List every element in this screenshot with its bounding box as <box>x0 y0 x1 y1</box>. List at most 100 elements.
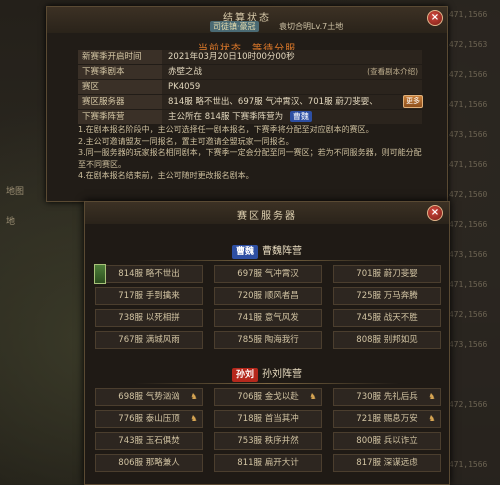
server-cell[interactable]: 817服 深谋远虑 <box>333 454 441 472</box>
server-cell[interactable]: 745服 战天不胜 <box>333 309 441 327</box>
server-label: 706服 金戈以赴 <box>237 392 299 402</box>
rule-line: 1.在剧本报名阶段中，主公可选择任一剧本报名，下赛季将分配至对应剧本的赛区。 <box>78 125 374 134</box>
server-label: 697服 气冲霄汉 <box>237 269 299 279</box>
row-label: 新赛季开启时间 <box>78 50 162 64</box>
background-coord: 1471,1566 <box>444 160 488 169</box>
server-cell[interactable]: 806服 那略兼人 <box>95 454 203 472</box>
background-coord: 1473,1566 <box>444 250 488 259</box>
panel-header: 结算状态 司徒镇·豪冠 袁切合明Lv.7土地 <box>47 7 447 33</box>
general-icon: ♞ <box>428 414 436 423</box>
background-coord: 1472,1560 <box>444 190 488 199</box>
camp-wei-server-grid: 814服 略不世出 697服 气冲霄汉 701服 蔚刀斐婴 717服 手到擒来 … <box>94 264 441 349</box>
server-label: 698服 气势汹汹 <box>118 392 180 402</box>
server-cell[interactable]: 706服 金戈以赴 ♞ <box>214 388 322 406</box>
rule-line: 4.在剧本报名结束前，主公可随时更改报名剧本。 <box>78 171 254 180</box>
background-coord: 1471,1566 <box>444 460 488 469</box>
info-row: 赛区 PK4059 <box>78 80 422 94</box>
map-label[interactable]: 地图 <box>6 184 24 197</box>
server-label: 718服 首当其冲 <box>237 414 299 424</box>
general-icon: ♞ <box>190 392 198 401</box>
camp-header-wei: 曹魏 曹魏阵营 <box>85 242 449 259</box>
row-label: 赛区 <box>78 80 162 94</box>
background-coord: 1471,1566 <box>444 10 488 19</box>
info-row: 赛区服务器 814服 略不世出、697服 气冲霄汉、701服 蔚刀斐婴、 更多 <box>78 95 423 109</box>
server-cell[interactable]: 800服 兵以诈立 <box>333 432 441 450</box>
server-cell[interactable]: 808服 别邦如见 <box>333 331 441 349</box>
server-label: 767服 满城风雨 <box>118 335 180 345</box>
server-cell[interactable]: 811服 扁开大计 <box>214 454 322 472</box>
rule-line: 2.主公可邀请盟友一同报名，置主可邀请全盟玩家一同报名。 <box>78 136 294 146</box>
server-label: 808服 别邦如见 <box>356 335 418 345</box>
server-cell[interactable]: 767服 满城风雨 <box>95 331 203 349</box>
server-cell[interactable]: 730服 先礼后兵 ♞ <box>333 388 441 406</box>
server-label: 745服 战天不胜 <box>356 313 418 323</box>
server-label: 721服 赐息万安 <box>356 414 418 424</box>
server-label: 776服 泰山压顶 <box>118 414 180 424</box>
server-cell[interactable]: 785服 陶海我行 <box>214 331 322 349</box>
server-label: 811服 扁开大计 <box>237 458 299 468</box>
server-label: 701服 蔚刀斐婴 <box>356 269 418 279</box>
server-label: 730服 先礼后兵 <box>356 392 418 402</box>
server-label: 720服 顺风者昌 <box>237 291 299 301</box>
info-row: 新赛季开启时间 2021年03月20日10时00分00秒 <box>78 50 422 64</box>
own-server-flag-icon <box>94 264 106 284</box>
server-cell[interactable]: 697服 气冲霄汉 <box>214 265 322 283</box>
server-label: 738服 以死相拼 <box>118 313 180 323</box>
row-value: 主公所在 814服 下赛季阵营为 <box>168 112 284 122</box>
server-cell[interactable]: 701服 蔚刀斐婴 <box>333 265 441 283</box>
server-label: 741服 意气风发 <box>237 313 299 323</box>
background-coord: 1472,1566 <box>444 70 488 79</box>
server-label: 743服 玉石俱焚 <box>118 436 180 446</box>
server-cell[interactable]: 743服 玉石俱焚 <box>95 432 203 450</box>
camp-badge: 曹魏 <box>231 245 258 259</box>
camp-name: 曹魏阵营 <box>262 246 302 257</box>
panel-title: 赛区服务器 <box>237 211 297 222</box>
background-coord: 1471,1566 <box>444 100 488 109</box>
more-button[interactable]: 更多 <box>403 95 423 108</box>
server-cell[interactable]: 725服 万马奔腾 <box>333 287 441 305</box>
server-cell[interactable]: 720服 顺风者昌 <box>214 287 322 305</box>
server-label: 806服 那略兼人 <box>118 458 180 468</box>
camp-badge: 孙刘 <box>231 368 258 382</box>
server-cell[interactable]: 738服 以死相拼 <box>95 309 203 327</box>
background-coord: 1471,1566 <box>444 280 488 289</box>
close-button[interactable]: × <box>427 10 443 26</box>
server-cell[interactable]: 721服 赐息万安 ♞ <box>333 410 441 428</box>
background-coord: 1472,1566 <box>444 400 488 409</box>
info-table: 新赛季开启时间 2021年03月20日10时00分00秒 下赛季剧本 赤壁之战 … <box>78 50 423 125</box>
server-cell[interactable]: 776服 泰山压顶 ♞ <box>95 410 203 428</box>
server-label: 753服 秩序井然 <box>237 436 299 446</box>
divider <box>135 260 399 261</box>
rules-text: 1.在剧本报名阶段中，主公可选择任一剧本报名，下赛季将分配至对应剧本的赛区。 2… <box>78 124 426 182</box>
camp-header-sunliu: 孙刘 孙刘阵营 <box>85 365 449 382</box>
server-cell[interactable]: 718服 首当其冲 <box>214 410 322 428</box>
general-icon: ♞ <box>190 414 198 423</box>
row-value: PK4059 <box>162 80 422 94</box>
zone-servers-panel: 赛区服务器 × 曹魏 曹魏阵营 814服 略不世出 697服 气冲霄汉 701服 … <box>84 201 450 485</box>
server-label: 785服 陶海我行 <box>237 335 299 345</box>
close-button[interactable]: × <box>427 205 443 221</box>
row-value-wrap: 814服 略不世出、697服 气冲霄汉、701服 蔚刀斐婴、 更多 <box>162 95 423 109</box>
panel-header: 赛区服务器 <box>85 202 449 224</box>
server-cell[interactable]: 814服 略不世出 <box>94 264 203 284</box>
background-coord: 1472,1566 <box>444 220 488 229</box>
info-row: 下赛季剧本 赤壁之战 (查看剧本介绍) <box>78 65 422 79</box>
row-value-wrap: 赤壁之战 (查看剧本介绍) <box>162 65 422 79</box>
map-label-2[interactable]: 地 <box>6 214 15 227</box>
server-cell[interactable]: 753服 秩序井然 <box>214 432 322 450</box>
player-tag: 司徒镇·豪冠 <box>210 21 259 32</box>
server-cell[interactable]: 717服 手到擒来 <box>95 287 203 305</box>
server-label: 817服 深谋远虑 <box>356 458 418 468</box>
general-icon: ♞ <box>428 392 436 401</box>
server-label: 814服 略不世出 <box>118 269 180 279</box>
row-label: 下赛季阵营 <box>78 110 162 124</box>
camp-chip: 曹魏 <box>289 111 312 122</box>
background-coord: 1473,1566 <box>444 130 488 139</box>
view-script-link[interactable]: (查看剧本介绍) <box>367 65 418 79</box>
camp-name: 孙刘阵营 <box>262 369 302 380</box>
server-cell[interactable]: 698服 气势汹汹 ♞ <box>95 388 203 406</box>
server-cell[interactable]: 741服 意气风发 <box>214 309 322 327</box>
server-label: 800服 兵以诈立 <box>356 436 418 446</box>
background-coord: 1473,1566 <box>444 340 488 349</box>
row-value: 814服 略不世出、697服 气冲霄汉、701服 蔚刀斐婴、 <box>168 97 378 107</box>
